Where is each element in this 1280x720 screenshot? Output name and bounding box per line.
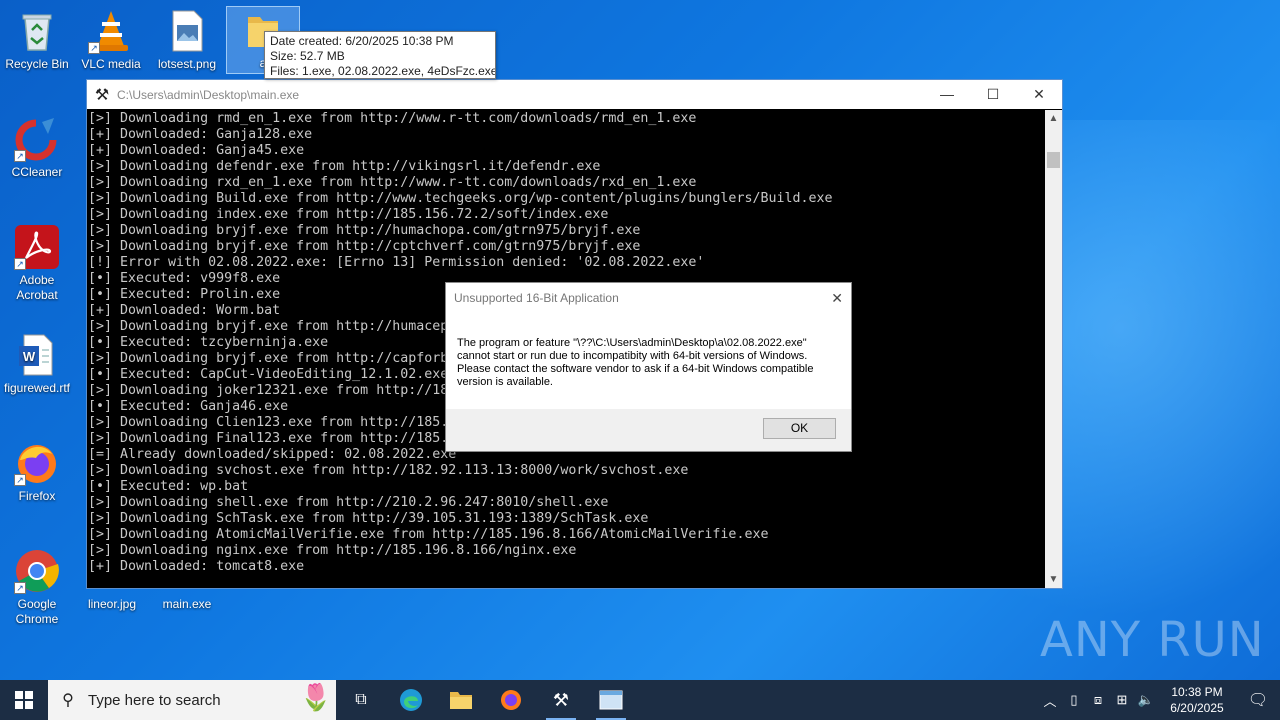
image-file-icon bbox=[164, 8, 210, 54]
taskbar-file-explorer[interactable] bbox=[436, 680, 486, 720]
close-button[interactable]: ✕ bbox=[1016, 80, 1062, 109]
tooltip-files: Files: 1.exe, 02.08.2022.exe, 4eDsFzc.ex… bbox=[270, 64, 496, 78]
unsupported-app-dialog[interactable]: Unsupported 16-Bit Application ✕ The pro… bbox=[445, 282, 852, 452]
clock-time: 10:38 PM bbox=[1171, 685, 1223, 699]
console-line: [>] Downloading svchost.exe from http://… bbox=[88, 463, 689, 478]
chrome-icon: ↗ bbox=[14, 548, 60, 594]
file-explorer-icon bbox=[450, 692, 472, 709]
console-titlebar[interactable]: ⚒ C:\Users\admin\Desktop\main.exe — ☐ ✕ bbox=[87, 80, 1062, 109]
desktop-icon-label: lineor.jpg bbox=[87, 597, 137, 611]
tooltip-size: Size: 52.7 MB bbox=[270, 49, 345, 63]
edge-icon bbox=[400, 689, 422, 711]
taskbar-edge[interactable] bbox=[386, 680, 436, 720]
desktop-icon-adobe-acrobat[interactable]: ↗ Adobe Acrobat bbox=[0, 224, 74, 303]
search-placeholder: Type here to search bbox=[88, 691, 221, 709]
console-line: [•] Executed: wp.bat bbox=[88, 479, 249, 494]
anyrun-watermark: ANY RUN bbox=[1040, 612, 1265, 668]
scroll-thumb[interactable] bbox=[1047, 152, 1060, 168]
desktop-icon-label: figurewed.rtf bbox=[3, 381, 71, 395]
console-line: [>] Downloading nginx.exe from http://18… bbox=[88, 543, 577, 558]
console-line: [>] Downloading SchTask.exe from http://… bbox=[88, 511, 649, 526]
network-icon[interactable]: ⊞ bbox=[1110, 692, 1134, 708]
desktop-icon-vlc[interactable]: ↗ VLC media bbox=[74, 8, 148, 72]
console-line: [+] Downloaded: tomcat8.exe bbox=[88, 559, 305, 574]
desktop-icon-label: CCleaner bbox=[11, 165, 63, 179]
console-line: [>] Downloading defendr.exe from http://… bbox=[88, 159, 601, 174]
taskbar-main-exe[interactable]: ⚒ bbox=[536, 680, 586, 720]
desktop-icon-label: Adobe Acrobat bbox=[16, 273, 58, 302]
desktop-icon-firefox[interactable]: ↗ Firefox bbox=[0, 440, 74, 504]
task-view-button[interactable]: ⧉ bbox=[336, 680, 386, 720]
search-decoration-icon: 🌷 bbox=[299, 682, 332, 712]
console-line: [!] Error with 02.08.2022.exe: [Errno 13… bbox=[88, 255, 705, 270]
console-line: [>] Downloading index.exe from http://18… bbox=[88, 207, 609, 222]
ccleaner-icon: ↗ bbox=[14, 116, 60, 162]
desktop-icon-figurewed-rtf[interactable]: W figurewed.rtf bbox=[0, 332, 74, 396]
tooltip-date: Date created: 6/20/2025 10:38 PM bbox=[270, 34, 454, 48]
desktop-icon-lotsest-png[interactable]: lotsest.png bbox=[150, 8, 224, 72]
desktop-icon-google-chrome[interactable]: ↗ Google Chrome bbox=[0, 548, 74, 627]
desktop-icon-lineor-jpg[interactable]: lineor.jpg bbox=[75, 597, 149, 612]
desktop-icon-label: VLC media bbox=[81, 57, 141, 71]
windows-logo-icon bbox=[15, 691, 33, 709]
folder-tooltip: Date created: 6/20/2025 10:38 PM Size: 5… bbox=[264, 31, 496, 79]
tablet-icon[interactable]: ▯ bbox=[1062, 692, 1086, 708]
chevron-up-icon[interactable]: ︿ bbox=[1038, 691, 1062, 710]
hammer-app-icon: ⚒ bbox=[94, 86, 110, 104]
desktop-icon-ccleaner[interactable]: ↗ CCleaner bbox=[0, 116, 74, 180]
window-app-icon bbox=[599, 690, 623, 710]
firefox-icon: ↗ bbox=[14, 440, 60, 486]
dialog-close-icon[interactable]: ✕ bbox=[831, 283, 843, 313]
notification-icon[interactable]: 🗨 bbox=[1236, 690, 1280, 710]
start-button[interactable] bbox=[0, 680, 48, 720]
desktop-icon-label: lotsest.png bbox=[157, 57, 217, 71]
dialog-message: The program or feature "\??\C:\Users\adm… bbox=[457, 337, 814, 388]
desktop-icon-label: Firefox bbox=[18, 489, 56, 503]
dialog-footer: OK bbox=[446, 409, 851, 451]
adobe-acrobat-icon: ↗ bbox=[14, 224, 60, 270]
taskbar-clock[interactable]: 10:38 PM 6/20/2025 bbox=[1158, 684, 1236, 716]
dialog-title: Unsupported 16-Bit Application bbox=[454, 291, 619, 305]
svg-text:W: W bbox=[23, 349, 36, 364]
task-view-icon: ⧉ bbox=[355, 691, 367, 708]
console-line: [>] Downloading bryjf.exe from http://cp… bbox=[88, 239, 641, 254]
firefox-taskbar-icon bbox=[501, 690, 521, 710]
console-line: [+] Downloaded: Ganja128.exe bbox=[88, 127, 313, 142]
console-line: [+] Downloaded: Ganja45.exe bbox=[88, 143, 305, 158]
volume-icon[interactable]: 🔈 bbox=[1134, 692, 1158, 708]
console-line: [>] Downloading AtomicMailVerifie.exe fr… bbox=[88, 527, 769, 542]
console-line: [>] Downloading bryjf.exe from http://hu… bbox=[88, 223, 641, 238]
desktop-icon-main-exe[interactable]: main.exe bbox=[150, 597, 224, 612]
taskbar-dialog-app[interactable] bbox=[586, 680, 636, 720]
console-line: [>] Downloading rxd_en_1.exe from http:/… bbox=[88, 175, 697, 190]
clock-date: 6/20/2025 bbox=[1170, 701, 1224, 715]
vlc-cone-icon: ↗ bbox=[88, 8, 134, 54]
desktop-icon-label: Recycle Bin bbox=[5, 57, 69, 71]
console-line: [>] Downloading Build.exe from http://ww… bbox=[88, 191, 833, 206]
recycle-bin-icon bbox=[14, 8, 60, 54]
taskbar-firefox[interactable] bbox=[486, 680, 536, 720]
minimize-button[interactable]: — bbox=[924, 80, 970, 109]
desktop-icon-label: Google Chrome bbox=[15, 597, 59, 626]
console-line: [>] Downloading rmd_en_1.exe from http:/… bbox=[88, 111, 697, 126]
hammer-taskbar-icon: ⚒ bbox=[552, 689, 570, 710]
desktop-icon-recycle-bin[interactable]: Recycle Bin bbox=[0, 8, 74, 72]
system-tray: ︿ ▯ ⧈ ⊞ 🔈 10:38 PM 6/20/2025 🗨 bbox=[1038, 680, 1280, 720]
maximize-button[interactable]: ☐ bbox=[970, 80, 1016, 109]
search-icon: ⚲ bbox=[62, 692, 74, 709]
desktop-icon-label: main.exe bbox=[162, 597, 212, 611]
scroll-up-icon[interactable]: ▲ bbox=[1045, 110, 1062, 127]
scroll-down-icon[interactable]: ▼ bbox=[1045, 571, 1062, 588]
word-document-icon: W bbox=[14, 332, 60, 378]
console-title: C:\Users\admin\Desktop\main.exe bbox=[117, 87, 300, 102]
taskbar: ⚲ Type here to search 🌷 ⧉ ⚒ ︿ ▯ ⧈ ⊞ 🔈 10… bbox=[0, 680, 1280, 720]
console-line: [>] Downloading shell.exe from http://21… bbox=[88, 495, 609, 510]
console-scrollbar[interactable]: ▲ ▼ bbox=[1045, 110, 1062, 588]
usb-icon[interactable]: ⧈ bbox=[1086, 692, 1110, 708]
taskbar-search[interactable]: ⚲ Type here to search 🌷 bbox=[48, 680, 336, 720]
dialog-titlebar[interactable]: Unsupported 16-Bit Application ✕ bbox=[446, 283, 851, 313]
ok-button[interactable]: OK bbox=[763, 418, 836, 439]
